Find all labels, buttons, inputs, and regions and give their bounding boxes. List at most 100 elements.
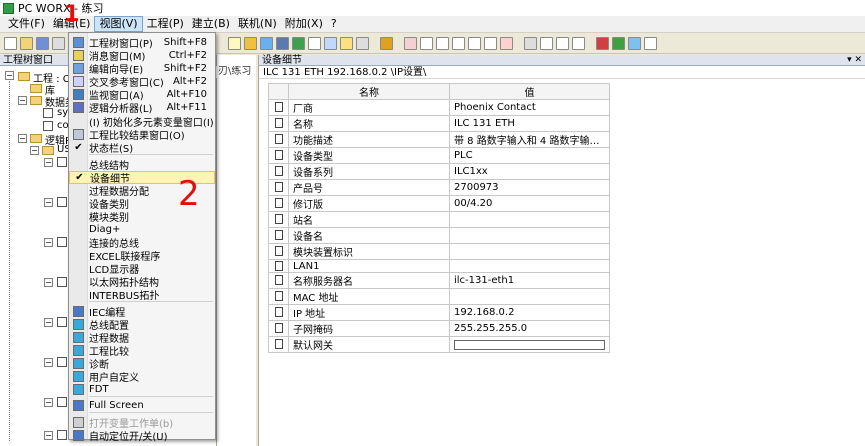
menu-item-icon <box>73 185 84 196</box>
table-row[interactable]: 设备系列 ILC1xx <box>268 163 610 180</box>
menu-project[interactable]: 工程(P) <box>143 16 188 32</box>
row-value[interactable]: 带 8 路数字输入和 4 路数字输出的 Inline ... <box>449 131 610 148</box>
tool-icon[interactable] <box>500 37 513 50</box>
tool-icon[interactable] <box>524 37 537 50</box>
table-row[interactable]: 厂商 Phoenix Contact <box>268 99 610 116</box>
menu-build[interactable]: 建立(B) <box>188 16 234 32</box>
row-value[interactable]: ilc-131-eth1 <box>449 272 610 289</box>
table-row[interactable]: 修订版 00/4.20 <box>268 195 610 212</box>
row-value[interactable] <box>449 336 610 353</box>
menu-help[interactable]: ? <box>327 16 341 32</box>
window-title: PC WORX - 练习 <box>18 2 104 15</box>
tool-icon[interactable] <box>244 37 257 50</box>
expand-icon[interactable]: − <box>44 238 53 247</box>
row-value[interactable]: 192.168.0.2 <box>449 304 610 321</box>
tool-icon[interactable] <box>420 37 433 50</box>
table-row[interactable]: 子网掩码 255.255.255.0 <box>268 320 610 337</box>
tool-icon[interactable] <box>644 37 657 50</box>
table-row[interactable]: 功能描述带 8 路数字输入和 4 路数字输出的 Inline ... <box>268 131 610 148</box>
row-value[interactable]: PLC <box>449 147 610 164</box>
panel-controls-icon[interactable]: ▾ ✕ <box>847 55 865 65</box>
table-row[interactable]: LAN1 <box>268 259 610 273</box>
table-row[interactable]: IP 地址 192.168.0.2 <box>268 304 610 321</box>
expand-icon[interactable]: − <box>44 198 53 207</box>
folder-icon <box>42 146 54 155</box>
delete-icon[interactable] <box>308 37 321 50</box>
expand-icon[interactable]: − <box>44 358 53 367</box>
expand-icon[interactable]: − <box>44 278 53 287</box>
row-value[interactable]: 2700973 <box>449 179 610 196</box>
table-row[interactable]: 产品号 2700973 <box>268 179 610 196</box>
tool-icon[interactable] <box>596 37 609 50</box>
table-row[interactable]: MAC 地址 <box>268 288 610 305</box>
row-value[interactable] <box>449 211 610 228</box>
view-menu-item[interactable]: 逻辑分析器(L) Alt+F11 <box>69 101 215 115</box>
row-value[interactable] <box>449 243 610 260</box>
view-menu-item[interactable]: INTERBUS拓扑 <box>69 288 215 302</box>
collapse-icon[interactable]: − <box>30 146 39 155</box>
row-document-icon <box>268 115 289 132</box>
row-value[interactable] <box>449 259 610 273</box>
table-row[interactable]: 名称 ILC 131 ETH <box>268 115 610 132</box>
row-document-icon <box>268 272 289 289</box>
view-menu-item[interactable]: FDT <box>69 383 215 396</box>
collapse-icon[interactable]: − <box>5 71 14 80</box>
menu-view[interactable]: 视图(V) <box>94 16 143 32</box>
view-menu-item[interactable]: Full Screen <box>69 399 215 412</box>
tool-icon[interactable] <box>628 37 641 50</box>
new-icon[interactable] <box>4 37 17 50</box>
view-menu-item[interactable]: 自动定位开/关(U) <box>69 429 215 443</box>
menu-online[interactable]: 联机(N) <box>234 16 281 32</box>
tool-icon[interactable] <box>436 37 449 50</box>
tool-icon[interactable] <box>356 37 369 50</box>
tool-icon[interactable] <box>324 37 337 50</box>
tool-icon[interactable] <box>404 37 417 50</box>
collapse-icon[interactable]: − <box>18 134 27 143</box>
view-menu-item[interactable]: 用户自定义 <box>69 370 215 384</box>
tool-icon[interactable] <box>572 37 585 50</box>
table-row[interactable]: 名称服务器名 ilc-131-eth1 <box>268 272 610 289</box>
table-row[interactable]: 模块装置标识 <box>268 243 610 260</box>
window-icon[interactable] <box>228 37 241 50</box>
table-row[interactable]: 站名 <box>268 211 610 228</box>
row-value[interactable]: ILC1xx <box>449 163 610 180</box>
row-value[interactable] <box>449 227 610 244</box>
table-row[interactable]: 设备名 <box>268 227 610 244</box>
menu-item-icon <box>73 263 84 274</box>
row-value[interactable] <box>449 288 610 305</box>
tool-icon[interactable] <box>540 37 553 50</box>
tool-icon[interactable] <box>292 37 305 50</box>
save-icon[interactable] <box>36 37 49 50</box>
table-row[interactable]: 默认网关 <box>268 336 610 353</box>
row-value[interactable]: 00/4.20 <box>449 195 610 212</box>
menu-file[interactable]: 文件(F) <box>4 16 49 32</box>
tool-icon[interactable] <box>452 37 465 50</box>
open-icon[interactable] <box>20 37 33 50</box>
menu-extras[interactable]: 附加(X) <box>281 16 327 32</box>
tool-icon[interactable] <box>380 37 393 50</box>
row-value[interactable]: 255.255.255.0 <box>449 320 610 337</box>
table-row[interactable]: 设备类型 PLC <box>268 147 610 164</box>
tool-icon[interactable] <box>556 37 569 50</box>
gateway-edit-field[interactable] <box>454 339 605 350</box>
expand-icon[interactable]: − <box>44 431 53 440</box>
expand-icon[interactable]: − <box>44 318 53 327</box>
tool-icon[interactable] <box>276 37 289 50</box>
print-icon[interactable] <box>52 37 65 50</box>
expand-icon[interactable]: − <box>44 398 53 407</box>
row-value[interactable]: ILC 131 ETH <box>449 115 610 132</box>
tool-icon[interactable] <box>468 37 481 50</box>
row-value[interactable]: Phoenix Contact <box>449 99 610 116</box>
menu-item-icon <box>73 63 84 74</box>
expand-icon[interactable]: − <box>44 158 53 167</box>
tool-icon[interactable] <box>612 37 625 50</box>
column-header-name: 名称 <box>288 83 450 100</box>
workspace-tab[interactable]: 刃\练习 <box>216 66 256 78</box>
tool-icon[interactable] <box>340 37 353 50</box>
tool-icon[interactable] <box>484 37 497 50</box>
view-menu-item[interactable]: ✔ 状态栏(S) <box>69 141 215 155</box>
collapse-icon[interactable]: − <box>18 96 27 105</box>
device-details-table: 名称 值 厂商 Phoenix Contact 名称 ILC 131 ETH 功能描述带… <box>268 83 610 353</box>
row-document-icon <box>268 320 289 337</box>
tool-icon[interactable] <box>260 37 273 50</box>
